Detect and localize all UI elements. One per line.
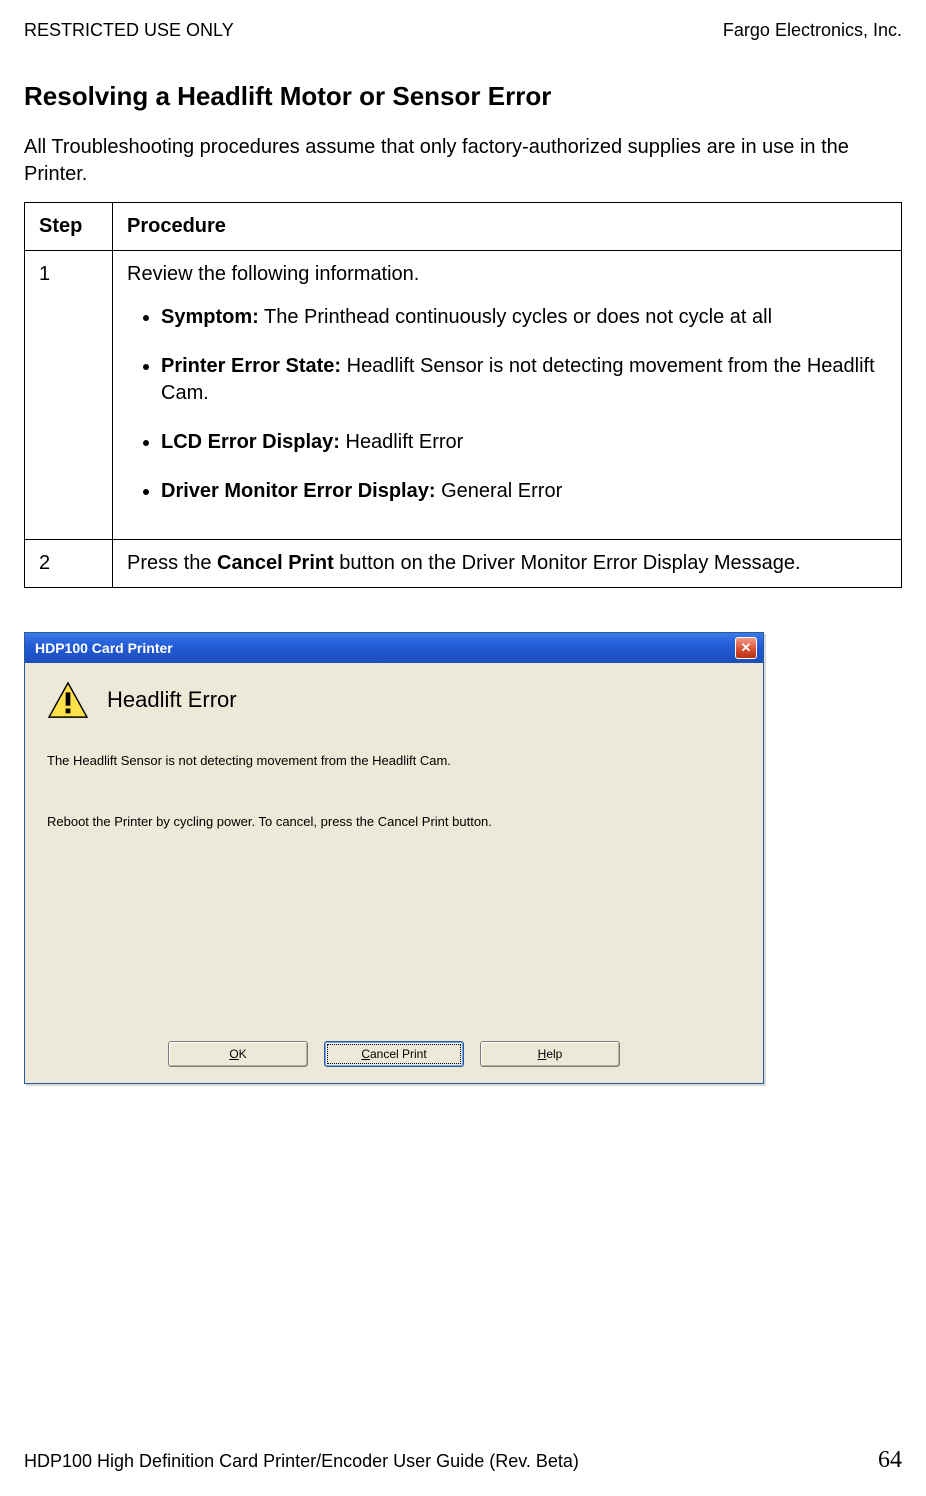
bullet-text: The Printhead continuously cycles or doe… [259,306,772,328]
step-text-pre: Press the [127,552,217,574]
th-step: Step [25,203,113,251]
error-header: Headlift Error [47,681,741,719]
help-button[interactable]: Help [480,1041,620,1067]
step-content: Press the Cancel Print button on the Dri… [113,540,902,588]
bullet-text: Headlift Error [340,431,463,453]
table-row: 1 Review the following information. Symp… [25,251,902,540]
table-row: 2 Press the Cancel Print button on the D… [25,540,902,588]
step-number: 1 [25,251,113,540]
step-content: Review the following information. Sympto… [113,251,902,540]
page-title: Resolving a Headlift Motor or Sensor Err… [24,81,902,112]
error-dialog: HDP100 Card Printer ✕ Headlift Error The… [24,632,764,1084]
error-title: Headlift Error [107,687,237,713]
header-left: RESTRICTED USE ONLY [24,20,234,41]
step-number: 2 [25,540,113,588]
page-footer: HDP100 High Definition Card Printer/Enco… [24,1447,902,1474]
close-icon[interactable]: ✕ [735,637,757,659]
procedure-table: Step Procedure 1 Review the following in… [24,202,902,588]
list-item: LCD Error Display: Headlift Error [161,429,887,456]
page-number: 64 [878,1447,902,1474]
bullet-list: Symptom: The Printhead continuously cycl… [127,304,887,505]
step-text-post: button on the Driver Monitor Error Displ… [334,552,801,574]
list-item: Driver Monitor Error Display: General Er… [161,478,887,505]
step-text-bold: Cancel Print [217,552,334,574]
list-item: Symptom: The Printhead continuously cycl… [161,304,887,331]
page-header: RESTRICTED USE ONLY Fargo Electronics, I… [24,20,902,41]
dialog-title: HDP100 Card Printer [35,640,173,656]
bullet-label: LCD Error Display: [161,431,340,453]
dialog-body: Headlift Error The Headlift Sensor is no… [25,663,763,1083]
ok-button[interactable]: OK [168,1041,308,1067]
intro-paragraph: All Troubleshooting procedures assume th… [24,134,902,188]
th-procedure: Procedure [113,203,902,251]
bullet-label: Symptom: [161,306,259,328]
list-item: Printer Error State: Headlift Sensor is … [161,353,887,407]
error-line-1: The Headlift Sensor is not detecting mov… [47,753,741,768]
footer-left: HDP100 High Definition Card Printer/Enco… [24,1451,579,1472]
cancel-print-button[interactable]: Cancel Print [324,1041,464,1067]
dialog-button-row: OK Cancel Print Help [25,1041,763,1067]
header-right: Fargo Electronics, Inc. [723,20,902,41]
step-lead: Review the following information. [127,263,419,285]
warning-icon [47,681,89,719]
dialog-titlebar[interactable]: HDP100 Card Printer ✕ [25,633,763,663]
dialog-screenshot: HDP100 Card Printer ✕ Headlift Error The… [24,632,902,1084]
bullet-text: General Error [436,480,563,502]
bullet-label: Printer Error State: [161,355,341,377]
titlebar-buttons: ✕ [735,637,757,659]
error-line-2: Reboot the Printer by cycling power. To … [47,814,741,829]
bullet-label: Driver Monitor Error Display: [161,480,436,502]
